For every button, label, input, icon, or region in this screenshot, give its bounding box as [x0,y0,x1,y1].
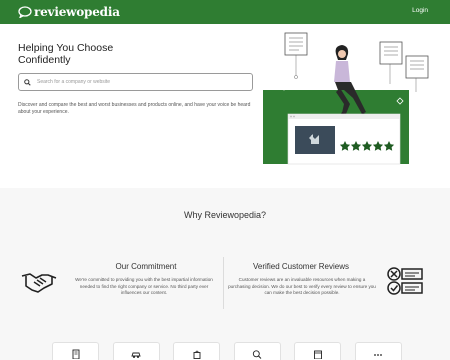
car-icon [131,352,141,358]
category-card-car[interactable] [112,342,160,360]
search-bar[interactable] [18,73,253,91]
commitment-body: We're committed to providing you with th… [75,277,213,296]
logo-speech-bubble-icon [18,6,32,18]
login-link[interactable]: Login [412,7,428,14]
category-card-building[interactable] [52,342,99,360]
shopping-bag-icon [193,350,201,359]
hero-description: Discover and compare the best and worst … [18,102,251,115]
building-icon [72,349,79,359]
more-icon [374,353,383,356]
verified-reviews-body: Customer reviews are an invaluable resou… [228,277,376,296]
logo-text: reviewopedia [34,5,120,19]
section-divider [223,257,224,309]
category-row [52,342,402,360]
hero-illustration [263,32,429,165]
category-card-shopping[interactable] [173,342,221,360]
search-input[interactable] [37,79,252,85]
store-icon [313,350,322,359]
magnifier-icon [253,349,262,359]
category-card-search[interactable] [233,342,281,360]
handshake-icon [21,273,57,293]
checklist-icon [387,267,423,295]
category-card-store[interactable] [294,342,342,360]
commitment-title: Our Commitment [115,262,177,271]
category-card-more[interactable] [354,342,402,360]
search-icon [24,78,31,86]
hero-title: Helping You Choose Confidently [18,42,114,66]
logo[interactable]: reviewopedia [18,4,120,20]
why-section-title: Why Reviewopedia? [183,210,267,220]
verified-reviews-title: Verified Customer Reviews [252,262,350,271]
